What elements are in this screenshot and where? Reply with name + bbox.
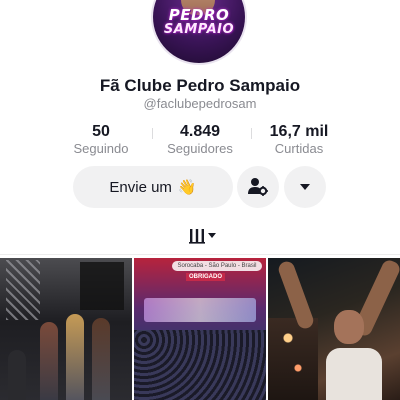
dancer-figure: [66, 314, 84, 400]
stat-divider: [152, 128, 153, 139]
stage-lights: [144, 298, 256, 322]
stage-banner: [80, 262, 124, 310]
stat-likes-value: 16,7 mil: [269, 123, 329, 140]
stat-following[interactable]: 50 Seguindo: [56, 122, 146, 157]
video-thumbnail[interactable]: [268, 258, 400, 400]
stat-followers[interactable]: 4.849 Seguidores: [155, 122, 245, 157]
tab-divider: [0, 254, 400, 255]
fan-shirt: [326, 348, 382, 400]
video-grid-icon: [189, 229, 205, 244]
stat-followers-label: Seguidores: [167, 141, 233, 156]
video-grid: Sorocaba - São Paulo - Brasil OBRIGADO: [0, 258, 400, 400]
video-thumbnail[interactable]: Sorocaba - São Paulo - Brasil OBRIGADO: [134, 258, 266, 400]
stat-followers-value: 4.849: [179, 123, 221, 140]
fan-head: [334, 310, 364, 344]
caret-down-icon: [300, 184, 310, 190]
stat-likes: 16,7 mil Curtidas: [254, 122, 344, 157]
dancer-figure: [8, 350, 26, 400]
stat-following-label: Seguindo: [73, 141, 129, 156]
background-lights: [268, 318, 318, 400]
avatar-logo-line1: PEDRO: [168, 6, 230, 24]
dancer-figure: [92, 318, 110, 400]
stat-following-value: 50: [92, 123, 110, 140]
profile-stats: 50 Seguindo 4.849 Seguidores 16,7 mil Cu…: [54, 122, 346, 158]
message-button[interactable]: Envie um 👋: [73, 166, 233, 208]
stage-truss: [6, 260, 40, 320]
video-location-tag: Sorocaba - São Paulo - Brasil: [172, 261, 262, 271]
dancer-figure: [40, 322, 58, 400]
tab-videos[interactable]: [184, 226, 220, 246]
stat-likes-label: Curtidas: [274, 141, 324, 156]
stat-divider: [251, 128, 252, 139]
tab-caret-down-icon: [208, 233, 216, 238]
avatar-logo: PEDRO SAMPAIO: [153, 6, 245, 37]
video-badge: OBRIGADO: [186, 273, 225, 281]
avatar-logo-line2: SAMPAIO: [163, 22, 235, 37]
wave-emoji-icon: 👋: [177, 179, 197, 196]
profile-display-name: Fã Clube Pedro Sampaio: [99, 76, 301, 95]
add-friend-button[interactable]: [237, 166, 279, 208]
video-thumbnail[interactable]: [0, 258, 132, 400]
message-button-label: Envie um: [109, 178, 172, 196]
profile-avatar[interactable]: PEDRO SAMPAIO: [153, 0, 245, 63]
more-options-button[interactable]: [284, 166, 326, 208]
profile-username: @faclubepedrosam: [143, 96, 257, 111]
concert-crowd: [134, 330, 266, 400]
add-friend-gear-icon: [248, 178, 268, 196]
